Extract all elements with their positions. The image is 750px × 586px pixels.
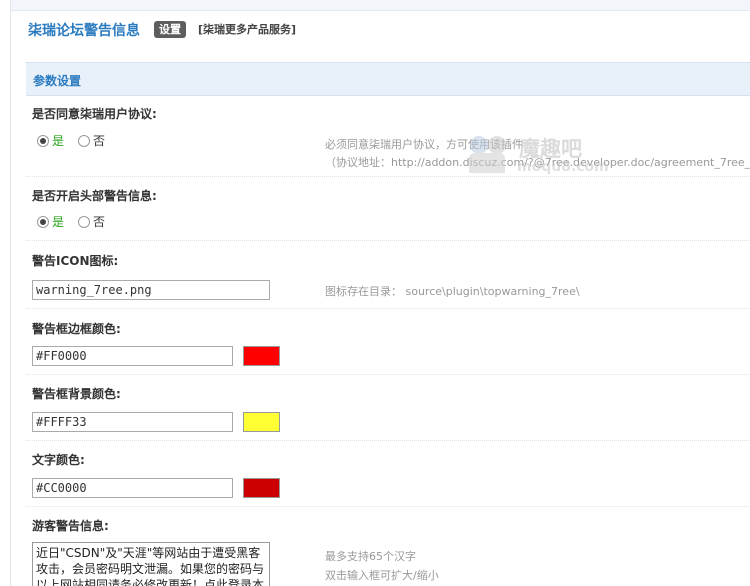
top-warning-no-radio[interactable] bbox=[78, 215, 91, 228]
site-watermark: 魔趣吧 moqu8.com bbox=[459, 133, 629, 181]
row-divider bbox=[26, 440, 750, 441]
watermark-domain: moqu8.com bbox=[517, 159, 609, 175]
guest-warning-tip-line1: 最多支持65个汉字 bbox=[325, 550, 416, 563]
bg-color-label: 警告框背景颜色: bbox=[32, 387, 121, 401]
setting-tag[interactable]: 设置 bbox=[154, 21, 186, 38]
more-services-link[interactable]: [柒瑞更多产品服务] bbox=[198, 21, 296, 38]
top-warning-yes-label[interactable]: 是 bbox=[52, 215, 64, 229]
icon-filename-input[interactable] bbox=[32, 280, 270, 300]
agreement-yes-radio[interactable] bbox=[37, 134, 49, 147]
section-header: 参数设置 bbox=[26, 62, 750, 96]
border-color-label: 警告框边框颜色: bbox=[32, 322, 121, 336]
text-color-label: 文字颜色: bbox=[32, 453, 85, 467]
settings-frame: 柒瑞论坛警告信息 设置 [柒瑞更多产品服务] 参数设置 是否同意柒瑞用户协议: … bbox=[10, 0, 750, 586]
row-divider bbox=[26, 240, 750, 241]
guest-warning-label: 游客警告信息: bbox=[32, 519, 109, 533]
bg-color-swatch[interactable] bbox=[243, 412, 280, 432]
text-color-swatch[interactable] bbox=[243, 478, 280, 498]
agreement-no-label[interactable]: 否 bbox=[93, 134, 105, 148]
text-color-input[interactable] bbox=[32, 478, 233, 498]
icon-label: 警告ICON图标: bbox=[32, 254, 119, 268]
icon-dir-tip: 图标存在目录： source\plugin\topwarning_7ree\ bbox=[325, 285, 580, 298]
border-color-input[interactable] bbox=[32, 346, 233, 366]
agreement-radio-group: 是否 bbox=[37, 132, 105, 148]
watermark-logo-icon bbox=[469, 136, 506, 173]
section-title: 参数设置 bbox=[33, 74, 82, 88]
row-divider bbox=[26, 176, 750, 177]
top-warning-no-label[interactable]: 否 bbox=[93, 215, 105, 229]
border-color-swatch[interactable] bbox=[243, 346, 280, 366]
page-title: 柒瑞论坛警告信息 bbox=[28, 23, 140, 39]
agreement-yes-label[interactable]: 是 bbox=[52, 134, 64, 148]
agreement-no-radio[interactable] bbox=[78, 134, 91, 147]
top-warning-label: 是否开启头部警告信息: bbox=[32, 189, 157, 203]
top-bar bbox=[11, 0, 750, 11]
top-warning-radio-group: 是否 bbox=[37, 213, 105, 229]
guest-warning-tip-line2: 双击输入框可扩大/缩小 bbox=[325, 569, 439, 582]
agreement-label: 是否同意柒瑞用户协议: bbox=[32, 107, 157, 121]
row-divider bbox=[26, 374, 750, 375]
top-warning-yes-radio[interactable] bbox=[37, 215, 49, 228]
row-divider bbox=[26, 506, 750, 507]
guest-warning-textarea[interactable]: 近日"CSDN"及"天涯"等网站由于遭受黑客攻击，会员密码明文泄漏。如果您的密码… bbox=[32, 542, 270, 586]
row-divider bbox=[26, 308, 750, 309]
bg-color-input[interactable] bbox=[32, 412, 233, 432]
